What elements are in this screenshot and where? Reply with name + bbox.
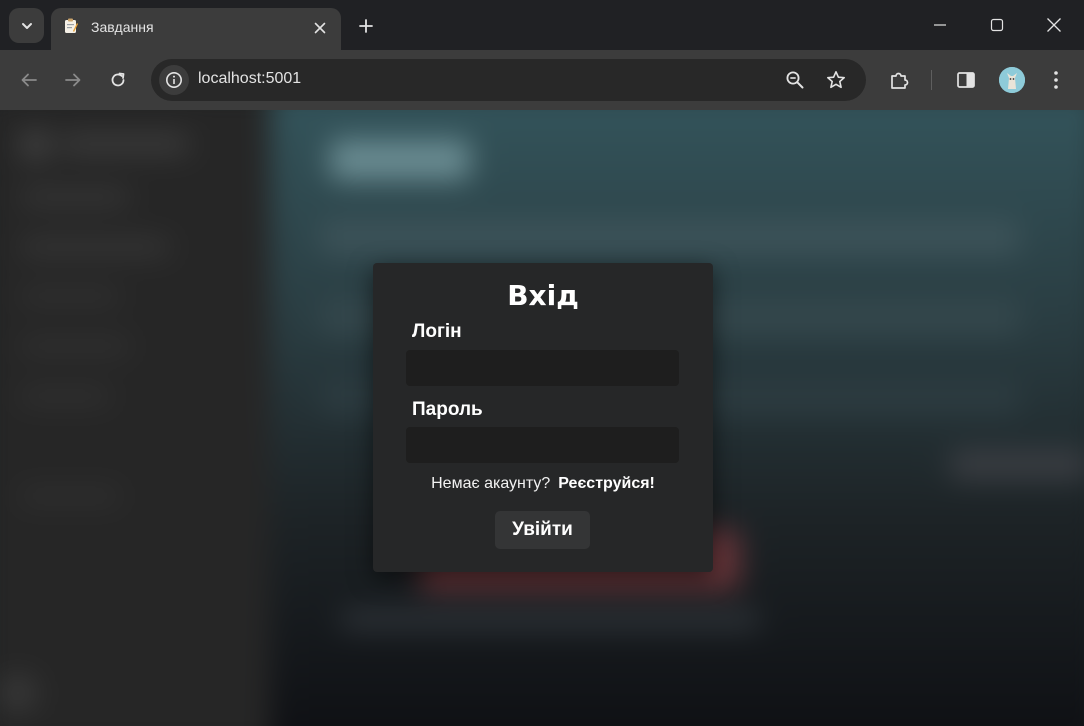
new-tab-button[interactable]	[354, 14, 378, 38]
maximize-button[interactable]	[982, 10, 1012, 40]
info-icon	[166, 72, 182, 88]
profile-avatar-icon	[999, 67, 1025, 93]
chevron-down-icon	[21, 22, 32, 29]
back-button[interactable]	[14, 65, 44, 95]
login-modal: Вхід Логін Пароль Немає акаунту? Реєструй…	[373, 263, 713, 572]
no-account-text: Немає акаунту?	[431, 475, 551, 492]
clipboard-pencil-icon	[65, 18, 78, 33]
plus-icon	[359, 19, 373, 33]
register-link[interactable]: Реєструйся!	[558, 475, 655, 492]
menu-button[interactable]	[1041, 65, 1071, 95]
bookmark-button[interactable]	[822, 66, 850, 94]
close-window-button[interactable]	[1039, 10, 1069, 40]
tab-title: Завдання	[91, 19, 154, 35]
more-vertical-icon	[1054, 71, 1058, 89]
login-label: Логін	[412, 321, 462, 342]
modal-title: Вхід	[507, 279, 579, 312]
reload-icon	[111, 72, 125, 87]
profile-avatar[interactable]	[999, 67, 1025, 93]
minimize-icon	[934, 24, 946, 26]
url-text[interactable]: localhost:5001	[198, 70, 301, 88]
star-icon	[827, 71, 845, 89]
toolbar-separator	[931, 70, 932, 90]
arrow-left-icon	[21, 73, 37, 87]
tab-search-button[interactable]	[9, 8, 44, 43]
maximize-icon	[990, 18, 1004, 32]
address-bar[interactable]: localhost:5001	[151, 59, 866, 101]
page-viewport: Вхід Логін Пароль Немає акаунту? Реєструй…	[0, 110, 1084, 726]
login-button[interactable]: Увійти	[495, 511, 590, 549]
side-panel-button[interactable]	[951, 65, 981, 95]
login-input[interactable]	[406, 350, 679, 386]
close-window-icon	[1047, 18, 1061, 32]
extensions-button[interactable]	[884, 65, 914, 95]
zoom-out-icon	[786, 71, 804, 89]
zoom-button[interactable]	[781, 66, 809, 94]
minimize-button[interactable]	[925, 10, 955, 40]
close-icon	[314, 22, 326, 34]
site-info-button[interactable]	[159, 65, 189, 95]
side-panel-icon	[957, 72, 975, 88]
browser-tab-active[interactable]: Завдання	[51, 8, 341, 50]
register-prompt: Немає акаунту? Реєструйся!	[373, 475, 713, 493]
reload-button[interactable]	[103, 65, 133, 95]
browser-toolbar: localhost:5001	[0, 50, 1084, 110]
puzzle-icon	[891, 72, 909, 89]
tab-close-button[interactable]	[309, 17, 331, 39]
blurred-sidebar	[0, 110, 270, 726]
password-input[interactable]	[406, 427, 679, 463]
forward-button[interactable]	[58, 65, 88, 95]
arrow-right-icon	[65, 73, 81, 87]
browser-titlebar: Завдання	[0, 0, 1084, 50]
password-label: Пароль	[412, 399, 483, 420]
